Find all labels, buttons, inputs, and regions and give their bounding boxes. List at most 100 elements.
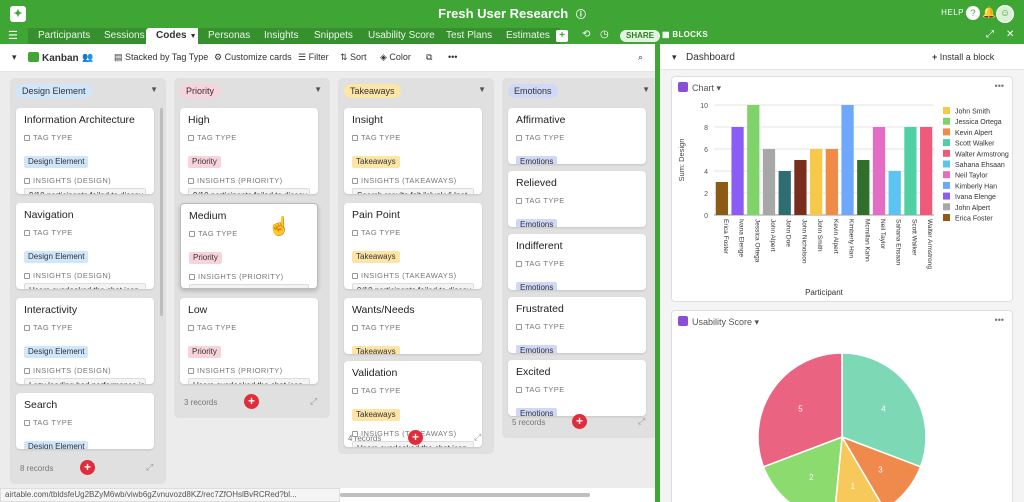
customize-cards-button[interactable]: ⚙ Customize cards: [214, 52, 292, 63]
kanban-card[interactable]: Wants/Needs TAG TYPE Takeaways: [344, 298, 482, 354]
bell-icon[interactable]: 🔔: [982, 6, 996, 20]
fullscreen-icon[interactable]: ⤢: [986, 29, 994, 40]
tab-test-plans[interactable]: Test Plans: [436, 28, 504, 44]
expand-icon[interactable]: ⤢: [474, 432, 481, 443]
kanban-card[interactable]: Information Architecture TAG TYPE Design E…: [16, 108, 154, 194]
kanban-card[interactable]: High TAG TYPE Priority INSIGHTS (PRIORITY) 9…: [180, 108, 318, 194]
clock-icon[interactable]: ◷: [600, 29, 609, 40]
chevron-down-icon[interactable]: ▼: [190, 33, 197, 40]
collaborators-icon[interactable]: 👥: [82, 52, 93, 63]
pie-block[interactable]: Usability Score ▾ ••• 4 3 1 2 5: [671, 310, 1013, 502]
bar[interactable]: [747, 105, 760, 215]
chart-block-more-button[interactable]: •••: [995, 81, 1004, 91]
base-title[interactable]: Fresh User Research: [438, 6, 568, 21]
kanban-card[interactable]: Indifferent TAG TYPE Emotions: [508, 234, 646, 290]
insight-chip[interactable]: Search results felt "clunky" Inat: [352, 188, 474, 194]
share-button[interactable]: SHARE: [620, 30, 661, 42]
tab-snippets[interactable]: Snippets: [304, 28, 364, 44]
airtable-logo[interactable]: ✦: [10, 6, 26, 22]
add-record-button[interactable]: +: [408, 430, 423, 445]
bar[interactable]: [731, 127, 744, 215]
tab-personas[interactable]: Personas: [198, 28, 262, 44]
column-name-pill[interactable]: Design Element: [16, 84, 92, 98]
bar[interactable]: [904, 127, 917, 215]
column-name-pill[interactable]: Takeaways: [344, 84, 401, 98]
insight-chip[interactable]: 9/10 participants failed to discov: [352, 283, 474, 289]
help-link[interactable]: HELP: [941, 8, 964, 17]
kanban-card[interactable]: Relieved TAG TYPE Emotions: [508, 171, 646, 227]
bar[interactable]: [857, 160, 870, 215]
add-record-button[interactable]: +: [244, 394, 259, 409]
tab-insights[interactable]: Insights: [254, 28, 310, 44]
bar[interactable]: [778, 171, 791, 215]
insight-chip[interactable]: Users overlooked the chat icon: [188, 378, 310, 384]
insight-chip[interactable]: 9/10 participants failed to discov: [24, 188, 146, 194]
close-blocks-icon[interactable]: ✕: [1006, 29, 1014, 40]
kanban-card[interactable]: Low TAG TYPE Priority INSIGHTS (PRIORITY) Us…: [180, 298, 318, 384]
tab-participants[interactable]: Participants: [28, 28, 102, 44]
avatar[interactable]: ☺: [996, 5, 1014, 23]
kanban-card[interactable]: Frustrated TAG TYPE Emotions: [508, 297, 646, 353]
install-block-button[interactable]: + Install a block: [932, 52, 994, 62]
kanban-card[interactable]: Affirmative TAG TYPE Emotions: [508, 108, 646, 164]
bar[interactable]: [888, 171, 901, 215]
bar[interactable]: [715, 182, 728, 215]
bar[interactable]: [762, 149, 776, 215]
board-horizontal-scrollbar[interactable]: [340, 493, 590, 497]
tab-usability-score[interactable]: Usability Score: [358, 28, 446, 44]
dashboard-toggle-icon[interactable]: ▾: [672, 52, 677, 63]
chevron-down-icon[interactable]: ▾: [717, 83, 722, 93]
column-name-pill[interactable]: Emotions: [508, 84, 558, 98]
more-options-button[interactable]: •••: [448, 52, 457, 62]
views-toggle-icon[interactable]: ▾: [12, 52, 17, 63]
search-icon[interactable]: ⌕: [638, 52, 643, 63]
info-icon[interactable]: ⓘ: [576, 10, 586, 21]
kanban-card[interactable]: Excited TAG TYPE Emotions: [508, 360, 646, 416]
kanban-card[interactable]: Interactivity TAG TYPE Design Element INSIG…: [16, 298, 154, 384]
kanban-card[interactable]: Medium TAG TYPE Priority INSIGHTS (PRIORITY…: [180, 203, 318, 289]
add-record-button[interactable]: +: [572, 414, 587, 429]
column-menu-icon[interactable]: ▼: [478, 85, 486, 94]
expand-icon[interactable]: ⤢: [638, 416, 645, 427]
bar[interactable]: [825, 149, 838, 215]
insight-chip[interactable]: Search results felt "clunky" Inat: [189, 284, 309, 288]
column-name-pill[interactable]: Priority: [180, 84, 221, 98]
column-menu-icon[interactable]: ▼: [150, 85, 158, 94]
expand-icon[interactable]: ⤢: [310, 396, 317, 407]
chart-block-title[interactable]: Chart: [692, 83, 714, 93]
stacked-by-button[interactable]: ▤ Stacked by Tag Type: [114, 52, 208, 63]
insight-chip[interactable]: Users overlooked the chat icon: [24, 283, 146, 289]
insight-chip[interactable]: Lazy loading had performance is: [24, 378, 146, 384]
column-menu-icon[interactable]: ▼: [642, 85, 650, 94]
add-table-button[interactable]: +: [556, 30, 568, 42]
kanban-card[interactable]: Navigation TAG TYPE Design Element INSIGHTS…: [16, 203, 154, 289]
kanban-card[interactable]: Pain Point TAG TYPE Takeaways INSIGHTS (TAK…: [344, 203, 482, 289]
bar[interactable]: [872, 127, 886, 215]
chart-block[interactable]: Chart ▾ ••• 0 2 4 6 8 10 Erica Foster Ivana Ele…: [671, 76, 1013, 302]
blocks-button[interactable]: ▦ BLOCKS: [662, 30, 708, 39]
pie-block-more-button[interactable]: •••: [995, 315, 1004, 325]
add-record-button[interactable]: +: [80, 460, 95, 475]
history-icon[interactable]: ⟲: [582, 29, 590, 40]
bar[interactable]: [920, 127, 933, 215]
column-menu-icon[interactable]: ▼: [314, 85, 322, 94]
sort-button[interactable]: ⇅ Sort: [340, 52, 367, 63]
bar[interactable]: [841, 105, 854, 215]
chevron-down-icon[interactable]: ▾: [755, 317, 760, 327]
share-view-icon[interactable]: ⧉: [426, 52, 432, 63]
dashboard-title[interactable]: Dashboard: [686, 52, 735, 63]
expand-icon[interactable]: ⤢: [146, 462, 153, 473]
filter-button[interactable]: ☰ Filter: [298, 52, 329, 63]
tab-estimates[interactable]: Estimates: [496, 28, 561, 44]
insight-chip[interactable]: 9/10 participants failed to discov: [188, 188, 310, 194]
column-scrollbar[interactable]: [160, 108, 163, 316]
color-button[interactable]: ◈ Color: [380, 52, 411, 63]
kanban-card[interactable]: Search TAG TYPE Design Element: [16, 393, 154, 449]
help-icon[interactable]: ?: [966, 6, 980, 20]
bar[interactable]: [810, 149, 823, 215]
pie-block-title[interactable]: Usability Score: [692, 317, 752, 327]
bar[interactable]: [794, 160, 807, 215]
kanban-card[interactable]: Insight TAG TYPE Takeaways INSIGHTS (TAKEAW…: [344, 108, 482, 194]
view-switcher[interactable]: Kanban: [28, 52, 79, 64]
hamburger-menu-icon[interactable]: ☰: [8, 29, 18, 42]
